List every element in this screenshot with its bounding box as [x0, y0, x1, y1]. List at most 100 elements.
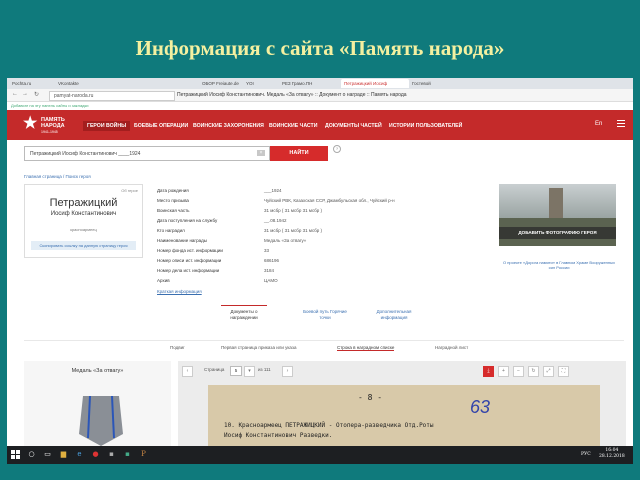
copy-link-button[interactable]: Скопировать ссылку на данную страницу ге… [31, 241, 136, 250]
info-value: 33 [264, 248, 270, 253]
star-icon: ★ [23, 115, 38, 132]
browser-tab-active[interactable]: Петражицкий Иосиф [341, 79, 409, 88]
back-icon[interactable]: ← [12, 91, 18, 97]
system-clock[interactable]: 16:04 28.12.2018 [599, 448, 625, 460]
info-value: Медаль «За отвагу» [264, 238, 307, 243]
info-row: Воинская часть 31 мсбр ( 31 мсбр 31 мсбр … [157, 206, 427, 216]
about-hero-link[interactable]: Об герое [121, 188, 138, 193]
info-key: Место призыва [157, 198, 189, 203]
breadcrumb[interactable]: Главная страница / Поиск героя [24, 174, 91, 179]
nav-heroes[interactable]: ГЕРОИ ВОЙНЫ [83, 121, 131, 131]
clock-date: 28.12.2018 [599, 454, 625, 459]
person-surname: Петражицкий [49, 197, 118, 209]
document-page-number: - 8 - [358, 393, 383, 402]
browser-tab[interactable]: Гостевой [409, 79, 455, 88]
active-tab-indicator [221, 305, 267, 306]
clear-search-icon[interactable]: × [257, 150, 265, 156]
browser-tab[interactable]: VKontakte [55, 79, 101, 88]
info-value[interactable]: 31 мсбр ( 31 мсбр 31 мсбр ) [264, 206, 322, 216]
info-value: ___1924 [264, 188, 282, 193]
logo-years: 1941-1945 [41, 130, 58, 134]
task-view-icon[interactable]: ▭ [43, 450, 52, 459]
app-icon[interactable]: ▪ [107, 450, 116, 459]
info-row: Дата рождения ___1924 [157, 186, 427, 196]
info-key: Дата поступления на службу [157, 218, 218, 223]
info-key: Номер дела ист. информации [157, 268, 220, 273]
yandex-browser-icon[interactable]: ● [91, 450, 100, 459]
info-key: Архив [157, 278, 170, 283]
help-icon[interactable]: ? [333, 145, 341, 153]
tab-feat[interactable]: Подвиг [170, 345, 185, 350]
person-card: Об герое Петражицкий Иосиф Константинови… [24, 184, 143, 258]
reload-icon[interactable]: ↻ [34, 91, 39, 98]
forward-icon[interactable]: → [22, 91, 28, 97]
browser-screenshot: Pochta.ru VKontakte ОБОР Freiaute.de YOI… [7, 78, 633, 464]
document-page-tabs: Подвиг Первая страница приказа или указа… [7, 345, 633, 355]
info-key: Номер описи ист. информации [157, 258, 222, 263]
info-value: 3184 [264, 268, 275, 273]
nav-user-stories[interactable]: ИСТОРИИ ПОЛЬЗОВАТЕЛЕЙ [389, 121, 462, 131]
info-value: __.08.1942 [264, 218, 287, 223]
page-total: из 111 [258, 367, 271, 372]
hamburger-icon[interactable] [617, 120, 625, 128]
prev-page-icon[interactable]: ‹ [182, 366, 193, 377]
browser-tab[interactable]: Pochta.ru [9, 79, 55, 88]
medal-ribbon-icon [79, 396, 123, 446]
edge-icon[interactable]: e [75, 450, 84, 459]
nav-documents[interactable]: ДОКУМЕНТЫ ЧАСТЕЙ [325, 121, 382, 131]
fit-icon[interactable]: ⤢ [543, 366, 554, 377]
url-field[interactable]: pamyat-naroda.ru [49, 91, 175, 101]
page-dropdown-icon[interactable]: ▾ [244, 366, 255, 377]
download-icon[interactable]: ⤓ [483, 366, 494, 377]
site-header: ★ ПАМЯТЬ НАРОДА 1941-1945 ГЕРОИ ВОЙНЫ БО… [7, 110, 633, 140]
page-title: Петражицкий Иосиф Константинович. Медаль… [177, 92, 407, 98]
powerpoint-icon[interactable]: P [139, 450, 148, 459]
short-info-link[interactable]: Краткая информация [157, 289, 202, 294]
windows-taskbar: ○ ▭ ▆ e ● ▪ ▪ P РУС 16:04 28.12.2018 [7, 446, 633, 464]
keyboard-language[interactable]: РУС [581, 452, 591, 457]
handwritten-number: 63 [470, 397, 491, 417]
site-logo[interactable]: ★ ПАМЯТЬ НАРОДА 1941-1945 [23, 115, 75, 135]
tab-battle-path[interactable]: Боевой путь Горячие точки [303, 309, 347, 321]
file-explorer-icon[interactable]: ▆ [59, 450, 68, 459]
browser-tab[interactable]: YOI [243, 79, 271, 88]
info-value: 686196 [264, 258, 280, 263]
nav-units[interactable]: ВОИНСКИЕ ЧАСТИ [269, 121, 317, 131]
info-row: Архив ЦАМО [157, 276, 427, 286]
info-value: Чуйский РВК, Казахская ССР, Джамбульская… [264, 198, 395, 203]
search-icon[interactable]: ○ [27, 450, 36, 459]
next-page-icon[interactable]: › [282, 366, 293, 377]
add-photo-banner[interactable]: ДОБАВИТЬ ФОТОГРАФИЮ ГЕРОЯ [499, 184, 616, 246]
info-value[interactable]: 31 мсбр ( 31 мсбр 31 мсбр ) [264, 226, 322, 236]
info-key: Номер фонда ист. информации [157, 248, 223, 253]
page-number-input[interactable]: 5 [230, 366, 242, 376]
document-line: 10. Красноармеец ПЕТРАЖИЦКИЙ - Отопера-р… [224, 422, 434, 429]
info-row: Номер описи ист. информации 686196 [157, 256, 427, 266]
language-switch[interactable]: En [595, 121, 602, 127]
tab-award-documents[interactable]: Документы о награждении [221, 309, 267, 321]
bookmarks-bar[interactable]: Добавьте на эту панель сайты и закладки [7, 102, 633, 110]
browser-tab[interactable]: РЕЗ Грамо.ПН [279, 79, 341, 88]
zoom-out-icon[interactable]: − [513, 366, 524, 377]
browser-tab-strip: Pochta.ru VKontakte ОБОР Freiaute.de YOI… [7, 78, 633, 89]
fullscreen-icon[interactable]: ⛶ [558, 366, 569, 377]
nav-burials[interactable]: ВОИНСКИЕ ЗАХОРОНЕНИЯ [193, 121, 264, 131]
info-row: Дата поступления на службу __.08.1942 [157, 216, 427, 226]
zoom-in-icon[interactable]: + [498, 366, 509, 377]
cathedral-image [549, 188, 563, 222]
medal-title: Медаль «За отвагу» [71, 368, 124, 374]
tab-award-sheet[interactable]: Наградной лист [435, 345, 468, 350]
search-input[interactable]: Петражицкий Иосиф Константинович ____192… [24, 146, 270, 161]
info-row: Номер фонда ист. информации 33 [157, 246, 427, 256]
tab-first-page[interactable]: Первая страница приказа или указа [221, 345, 296, 350]
nav-operations[interactable]: БОЕВЫЕ ОПЕРАЦИИ [134, 121, 188, 131]
tab-extra-info[interactable]: Дополнительная информация [369, 309, 419, 321]
info-key: Дата рождения [157, 188, 189, 193]
promo-note-link[interactable]: О проекте «Дорога памяти» в Главном Храм… [502, 260, 616, 270]
app-icon[interactable]: ▪ [123, 450, 132, 459]
tab-award-list-row[interactable]: Строка в наградном списке [337, 345, 395, 351]
rotate-icon[interactable]: ↻ [528, 366, 539, 377]
search-button[interactable]: НАЙТИ [270, 146, 328, 161]
person-name: Иосиф Константинович [50, 211, 117, 217]
windows-start-icon[interactable] [11, 450, 20, 459]
